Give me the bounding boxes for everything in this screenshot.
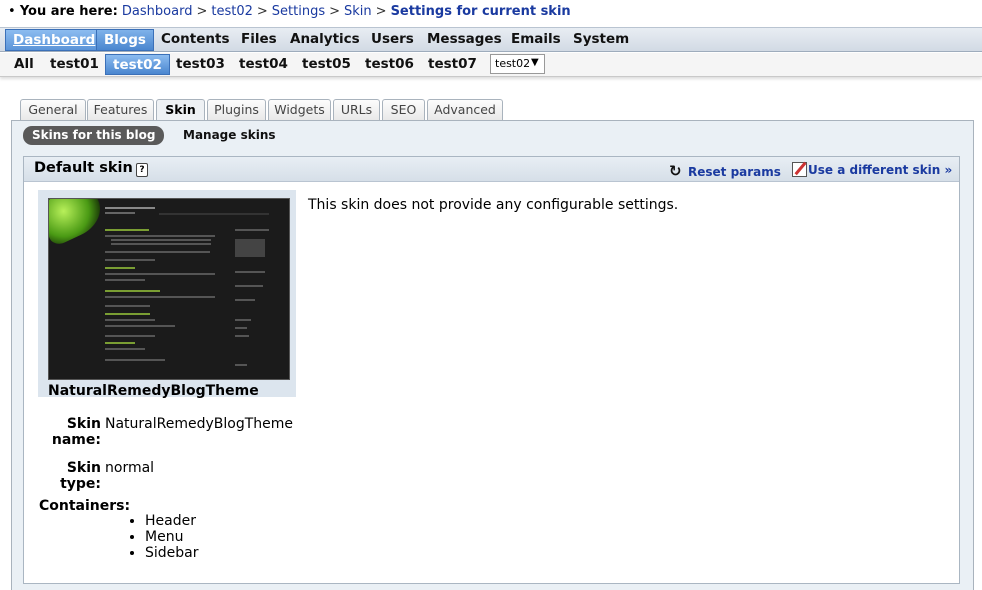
help-icon[interactable]: ?	[136, 163, 148, 177]
use-different-skin-label: Use a different skin »	[808, 163, 953, 177]
breadcrumb-settings[interactable]: Settings	[272, 4, 325, 19]
blog-select-value: test02	[495, 57, 531, 70]
tab-general[interactable]: General	[20, 99, 86, 121]
tab-widgets[interactable]: Widgets	[268, 99, 331, 121]
menu-users[interactable]: Users	[364, 28, 421, 51]
blog-select[interactable]: test02	[490, 54, 545, 74]
menu-emails[interactable]: Emails	[504, 28, 568, 51]
blog-tab-test07[interactable]: test07	[421, 54, 484, 75]
breadcrumb-test02[interactable]: test02	[211, 4, 253, 19]
breadcrumb-skin[interactable]: Skin	[344, 4, 372, 19]
skin-name-label: Skin name:	[51, 416, 101, 448]
reset-icon: ↻	[669, 162, 682, 180]
list-item: Menu	[145, 529, 199, 545]
tab-advanced[interactable]: Advanced	[427, 99, 503, 121]
skin-type-label: Skin type:	[60, 460, 101, 492]
menu-analytics[interactable]: Analytics	[283, 28, 367, 51]
fieldset-title: Default skin	[34, 160, 133, 176]
skin-thumbnail-name: NaturalRemedyBlogTheme	[48, 383, 259, 399]
skin-thumbnail-box: NaturalRemedyBlogTheme	[38, 190, 296, 399]
skin-name-value: NaturalRemedyBlogTheme	[105, 416, 294, 432]
tab-features[interactable]: Features	[87, 99, 154, 121]
list-item: Header	[145, 513, 199, 529]
skin-type-value: normal	[105, 460, 155, 476]
list-item: Sidebar	[145, 545, 199, 561]
containers-label: Containers:	[39, 498, 131, 514]
containers-list: Header Menu Sidebar	[129, 513, 199, 561]
reset-params-link[interactable]: ↻ Reset params	[669, 162, 781, 180]
blog-tab-all[interactable]: All	[7, 54, 41, 75]
subtab-manage-skins[interactable]: Manage skins	[183, 126, 276, 145]
menu-dashboard[interactable]: Dashboard	[5, 29, 104, 51]
breadcrumb: • You are here: Dashboard > test02 > Setting…	[8, 4, 571, 19]
blog-tabs: All test01 test02 test03 test04 test05 t…	[0, 53, 982, 77]
tab-urls[interactable]: URLs	[333, 99, 380, 121]
menu-contents[interactable]: Contents	[154, 28, 237, 51]
menu-messages[interactable]: Messages	[420, 28, 509, 51]
tab-plugins[interactable]: Plugins	[207, 99, 266, 121]
subtab-skins-for-blog[interactable]: Skins for this blog	[23, 126, 165, 145]
blog-tab-test02[interactable]: test02	[105, 54, 170, 75]
blog-tab-test05[interactable]: test05	[295, 54, 358, 75]
skin-thumbnail[interactable]	[48, 198, 290, 380]
breadcrumb-dashboard[interactable]: Dashboard	[122, 4, 193, 19]
blog-tab-test01[interactable]: test01	[43, 54, 106, 75]
blog-tab-test04[interactable]: test04	[232, 54, 295, 75]
bullet: •	[8, 4, 16, 19]
fieldset-header: Default skin ? ↻ Reset params Use a diffe…	[24, 157, 959, 182]
menu-files[interactable]: Files	[234, 28, 284, 51]
breadcrumb-prefix: You are here:	[19, 4, 118, 19]
use-different-skin-link[interactable]: Use a different skin »	[792, 162, 952, 177]
skin-panel: Skins for this blog Manage skins Default…	[11, 120, 974, 590]
menu-blogs[interactable]: Blogs	[96, 29, 154, 51]
tab-seo[interactable]: SEO	[382, 99, 425, 121]
blog-tab-test06[interactable]: test06	[358, 54, 421, 75]
no-settings-message: This skin does not provide any configura…	[308, 197, 679, 213]
blog-tab-test03[interactable]: test03	[169, 54, 232, 75]
menu-system[interactable]: System	[566, 28, 636, 51]
breadcrumb-current: Settings for current skin	[390, 4, 571, 19]
edit-icon	[792, 162, 807, 177]
reset-params-label: Reset params	[688, 165, 781, 179]
default-skin-fieldset: Default skin ? ↻ Reset params Use a diffe…	[23, 156, 960, 584]
leaf-image	[49, 199, 109, 248]
main-menu: Dashboard Blogs Contents Files Analytics…	[0, 27, 982, 52]
tab-skin[interactable]: Skin	[156, 99, 205, 122]
